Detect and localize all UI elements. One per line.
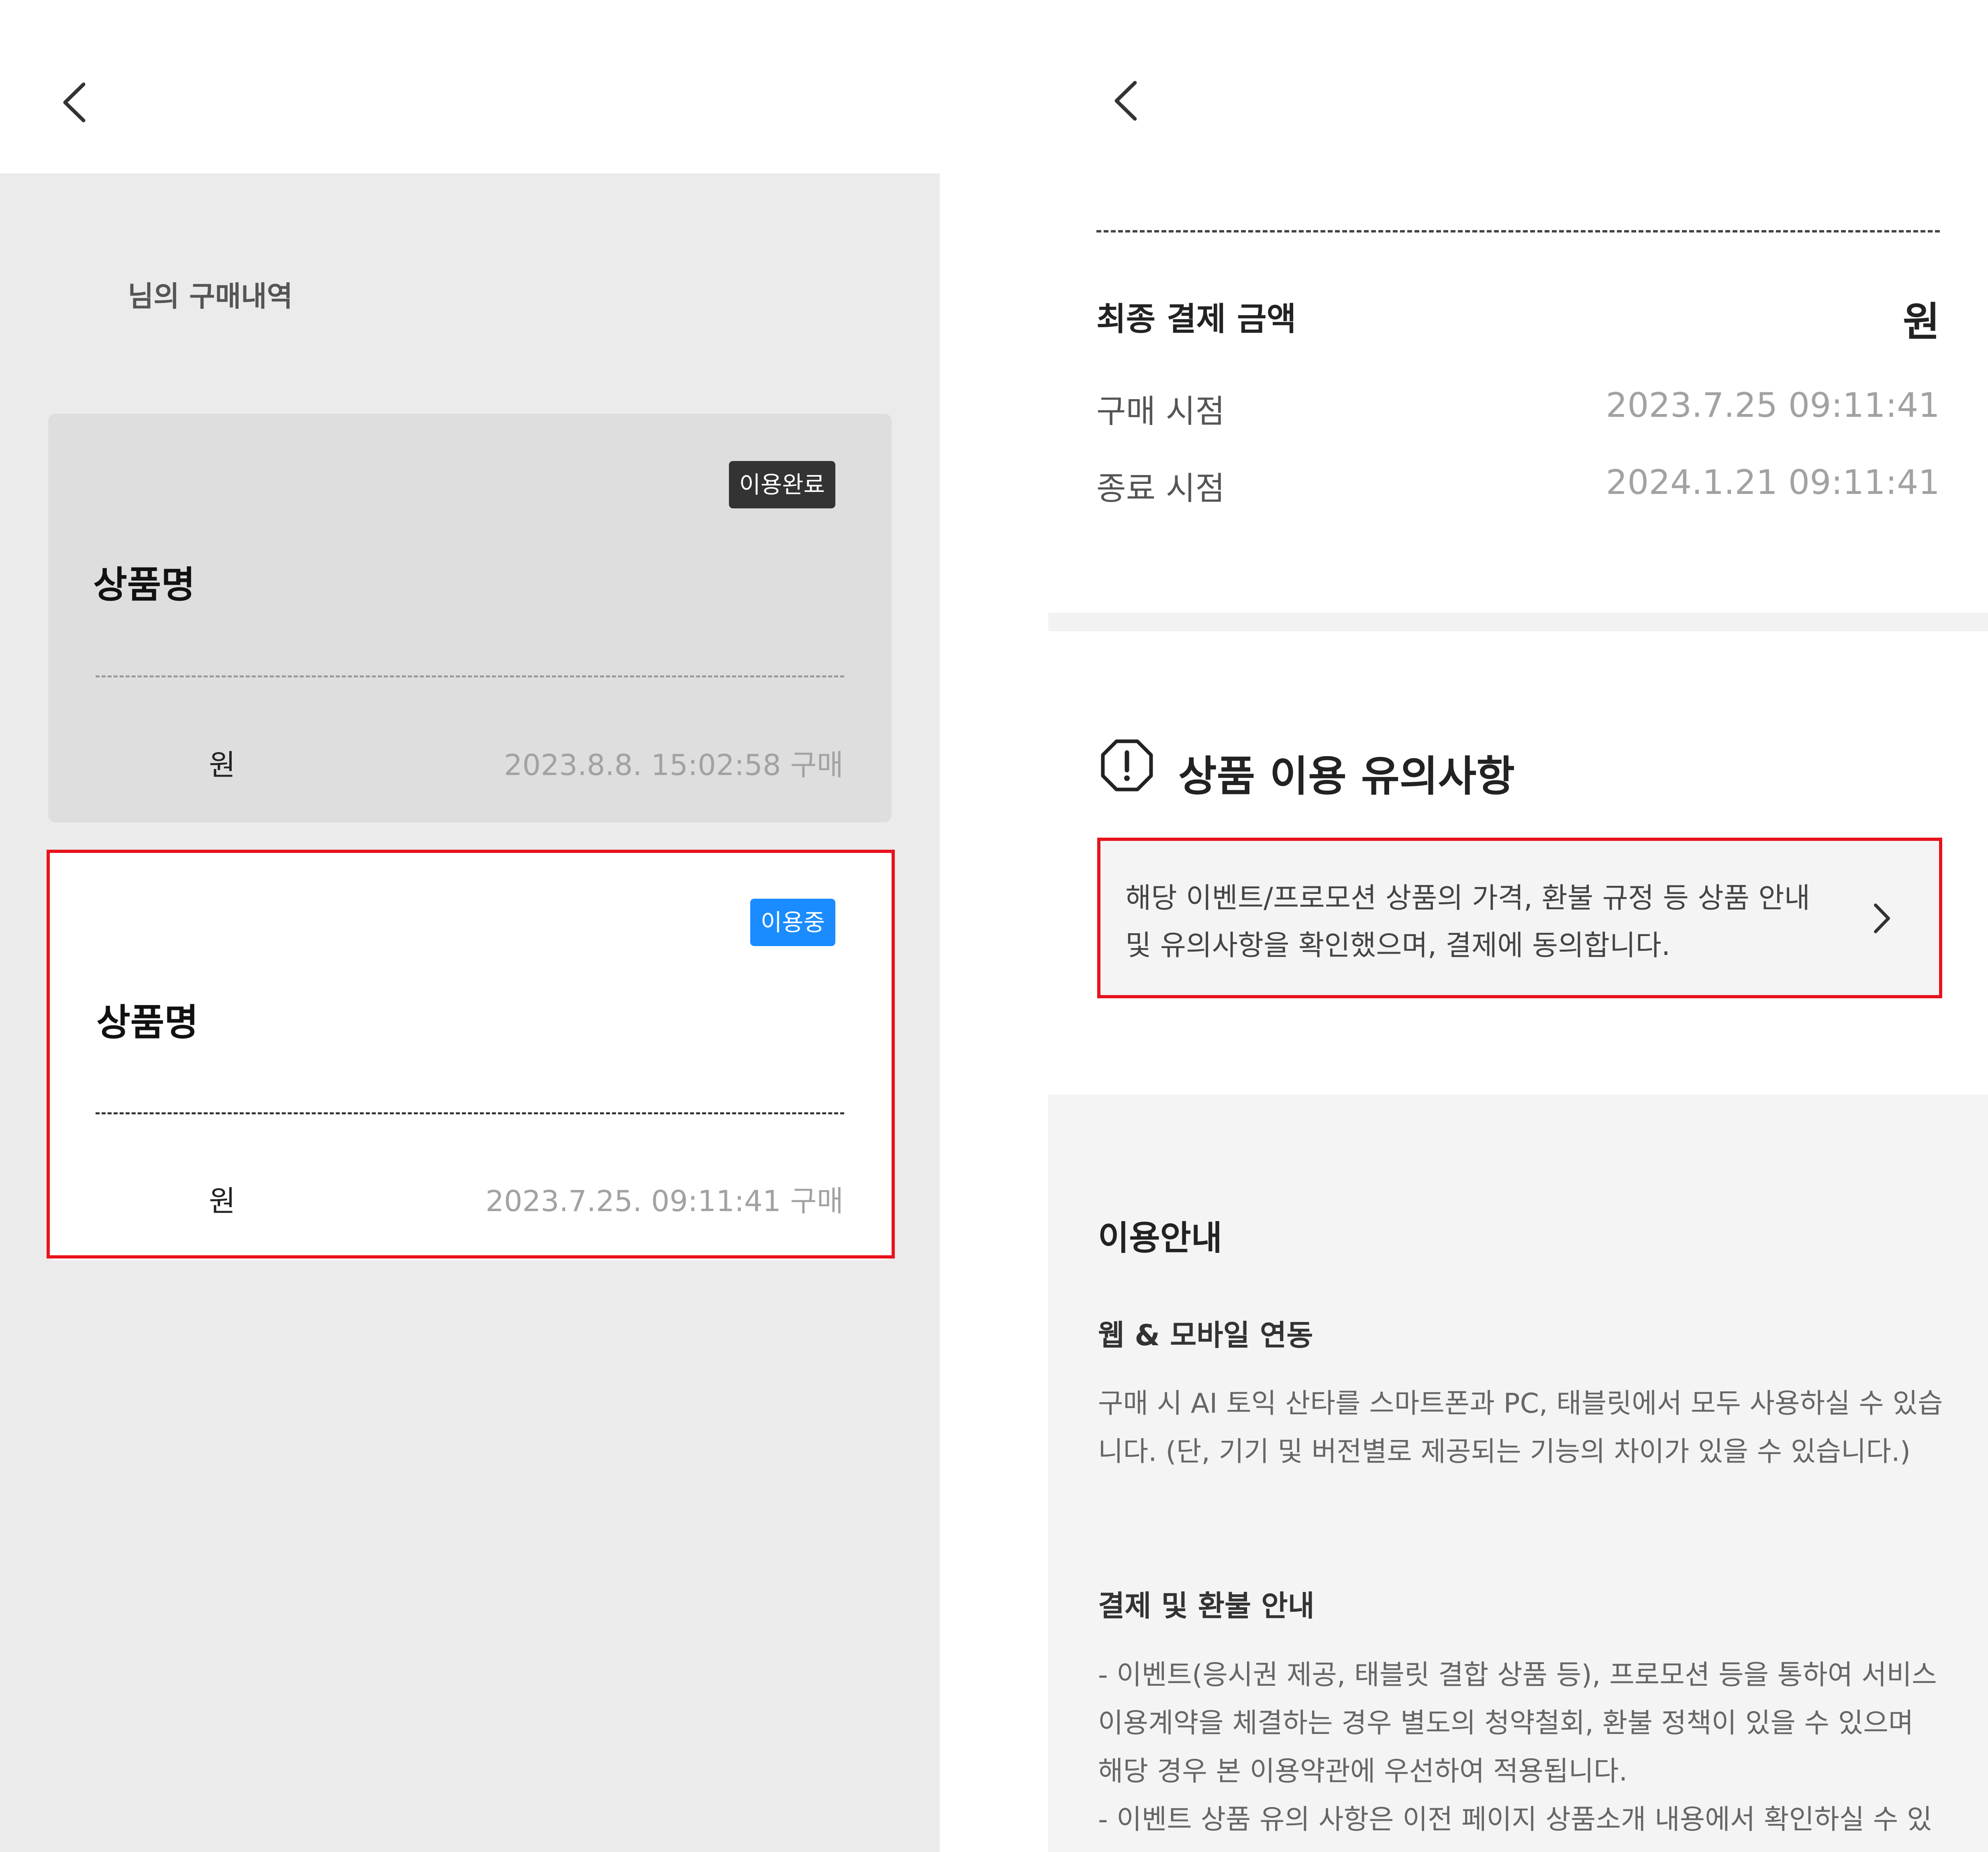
purchase-history-screen: 님의 구매내역 이용완료 상품명 원 2023.8.8. 15:02:58 구매… [0, 0, 940, 1852]
purchase-time-value: 2023.7.25 09:11:41 [1606, 385, 1940, 425]
final-amount-label: 최종 결제 금액 [1096, 300, 1296, 338]
purchase-detail-screen: 최종 결제 금액 원 구매 시점 2023.7.25 09:11:41 종료 시… [1048, 0, 1988, 1852]
purchase-datetime: 2023.7.25. 09:11:41 구매 [486, 1184, 843, 1218]
chevron-right-icon [1874, 904, 1890, 933]
purchase-time-label: 구매 시점 [1096, 393, 1225, 430]
price-unit: 원 [209, 1184, 236, 1218]
dashed-divider [96, 1112, 844, 1114]
history-body: 님의 구매내역 이용완료 상품명 원 2023.8.8. 15:02:58 구매… [0, 173, 940, 1852]
status-badge-completed: 이용완료 [729, 461, 835, 508]
left-header [0, 0, 940, 173]
guide-text-line: 니다. (단, 기기 및 버전별로 제공되는 기능의 차이가 있을 수 있습니다… [1098, 1436, 1911, 1468]
dashed-divider [1096, 230, 1940, 233]
end-time-value: 2024.1.21 09:11:41 [1606, 463, 1940, 502]
guide-text-line: 이용계약을 체결하는 경우 별도의 청약철회, 환불 정책이 있을 수 있으며 [1098, 1707, 1914, 1739]
guide-section-text: - 이벤트(응시권 제공, 태블릿 결합 상품 등), 프로모션 등을 통하여 … [1098, 1651, 1937, 1844]
guide-text-line: 구매 시 AI 토익 산타를 스마트폰과 PC, 태블릿에서 모두 사용하실 수… [1098, 1388, 1943, 1420]
guide-section-text: 구매 시 AI 토익 산타를 스마트폰과 PC, 태블릿에서 모두 사용하실 수… [1098, 1380, 1943, 1476]
exclamation-circle-icon [1101, 739, 1153, 791]
history-title: 님의 구매내역 [128, 280, 293, 313]
chevron-left-icon[interactable] [60, 80, 88, 124]
dashed-divider [96, 675, 844, 677]
usage-guide: 이용안내 웹 & 모바일 연동 구매 시 AI 토익 산타를 스마트폰과 PC,… [1048, 1095, 1988, 1852]
final-amount-value: 원 [1903, 298, 1940, 345]
product-name: 상품명 [93, 563, 195, 606]
guide-section-title: 웹 & 모바일 연동 [1098, 1318, 1313, 1352]
guide-text-line: - 이벤트(응시권 제공, 태블릿 결합 상품 등), 프로모션 등을 통하여 … [1098, 1659, 1937, 1691]
price-unit: 원 [209, 748, 236, 782]
purchase-card-active[interactable]: 이용중 상품명 원 2023.7.25. 09:11:41 구매 [48, 851, 892, 1260]
product-name: 상품명 [96, 1001, 198, 1044]
guide-text-line: - 이벤트 상품 유의 사항은 이전 페이지 상품소개 내용에서 확인하실 수 … [1098, 1804, 1932, 1836]
agreement-notice-link[interactable]: 해당 이벤트/프로모션 상품의 가격, 환불 규정 등 상품 안내 및 유의사항… [1098, 840, 1938, 997]
agreement-text-line: 해당 이벤트/프로모션 상품의 가격, 환불 규정 등 상품 안내 [1125, 881, 1810, 914]
purchase-datetime: 2023.8.8. 15:02:58 구매 [504, 748, 843, 782]
section-separator [1048, 613, 1988, 631]
purchase-card-completed[interactable]: 이용완료 상품명 원 2023.8.8. 15:02:58 구매 [48, 414, 892, 822]
agreement-text-line: 및 유의사항을 확인했으며, 결제에 동의합니다. [1125, 929, 1671, 962]
notice-title: 상품 이용 유의사항 [1178, 752, 1515, 801]
end-time-label: 종료 시점 [1096, 470, 1225, 507]
status-badge-active: 이용중 [750, 899, 835, 946]
comparison-canvas: 님의 구매내역 이용완료 상품명 원 2023.8.8. 15:02:58 구매… [0, 0, 1988, 1852]
guide-text-line: 해당 경우 본 이용약관에 우선하여 적용됩니다. [1098, 1756, 1628, 1787]
guide-section-title: 결제 및 환불 안내 [1098, 1589, 1314, 1623]
chevron-left-icon[interactable] [1112, 79, 1140, 123]
guide-title: 이용안내 [1098, 1218, 1223, 1258]
